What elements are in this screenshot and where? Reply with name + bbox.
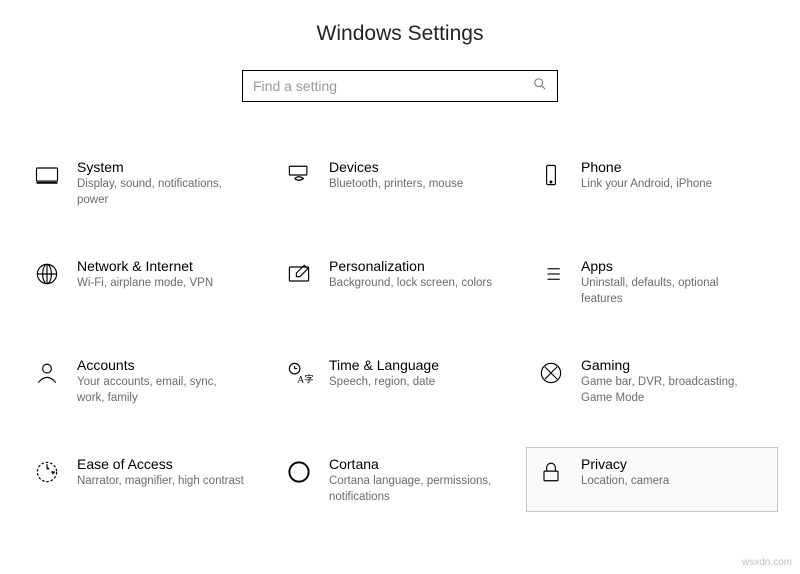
tile-devices[interactable]: Devices Bluetooth, printers, mouse (274, 150, 526, 215)
search-box[interactable] (242, 70, 558, 102)
page-title: Windows Settings (0, 0, 800, 70)
tile-title: Accounts (77, 357, 247, 373)
tile-desc: Wi-Fi, airplane mode, VPN (77, 276, 213, 292)
search-icon (533, 77, 547, 96)
system-icon (29, 157, 65, 193)
tile-title: Phone (581, 159, 712, 175)
tile-personalization[interactable]: Personalization Background, lock screen,… (274, 249, 526, 314)
tile-gaming[interactable]: Gaming Game bar, DVR, broadcasting, Game… (526, 348, 778, 413)
svg-text:A字: A字 (297, 374, 313, 386)
globe-icon (29, 256, 65, 292)
tile-apps[interactable]: Apps Uninstall, defaults, optional featu… (526, 249, 778, 314)
tile-title: Privacy (581, 456, 669, 472)
privacy-icon (533, 454, 569, 490)
ease-of-access-icon (29, 454, 65, 490)
cortana-icon (281, 454, 317, 490)
tile-desc: Bluetooth, printers, mouse (329, 177, 463, 193)
tile-desc: Game bar, DVR, broadcasting, Game Mode (581, 375, 751, 406)
time-language-icon: A字 (281, 355, 317, 391)
tile-privacy[interactable]: Privacy Location, camera (526, 447, 778, 512)
tile-title: Personalization (329, 258, 492, 274)
search-input[interactable] (253, 78, 533, 94)
tile-time-language[interactable]: A字 Time & Language Speech, region, date (274, 348, 526, 413)
tile-title: Ease of Access (77, 456, 244, 472)
tile-desc: Narrator, magnifier, high contrast (77, 474, 244, 490)
tile-title: Gaming (581, 357, 751, 373)
apps-icon (533, 256, 569, 292)
tile-ease-of-access[interactable]: Ease of Access Narrator, magnifier, high… (22, 447, 274, 512)
tile-title: Devices (329, 159, 463, 175)
tile-title: Time & Language (329, 357, 439, 373)
tile-desc: Location, camera (581, 474, 669, 490)
settings-grid: System Display, sound, notifications, po… (0, 150, 800, 512)
tile-desc: Display, sound, notifications, power (77, 177, 247, 208)
tile-title: Network & Internet (77, 258, 213, 274)
devices-icon (281, 157, 317, 193)
phone-icon (533, 157, 569, 193)
tile-accounts[interactable]: Accounts Your accounts, email, sync, wor… (22, 348, 274, 413)
tile-title: Apps (581, 258, 751, 274)
accounts-icon (29, 355, 65, 391)
watermark: wsxdn.com (742, 557, 792, 568)
tile-desc: Background, lock screen, colors (329, 276, 492, 292)
tile-desc: Your accounts, email, sync, work, family (77, 375, 247, 406)
tile-desc: Speech, region, date (329, 375, 439, 391)
gaming-icon (533, 355, 569, 391)
tile-desc: Uninstall, defaults, optional features (581, 276, 751, 307)
personalization-icon (281, 256, 317, 292)
tile-network[interactable]: Network & Internet Wi-Fi, airplane mode,… (22, 249, 274, 314)
tile-phone[interactable]: Phone Link your Android, iPhone (526, 150, 778, 215)
tile-system[interactable]: System Display, sound, notifications, po… (22, 150, 274, 215)
tile-desc: Cortana language, permissions, notificat… (329, 474, 499, 505)
tile-desc: Link your Android, iPhone (581, 177, 712, 193)
tile-cortana[interactable]: Cortana Cortana language, permissions, n… (274, 447, 526, 512)
tile-title: Cortana (329, 456, 499, 472)
tile-title: System (77, 159, 247, 175)
